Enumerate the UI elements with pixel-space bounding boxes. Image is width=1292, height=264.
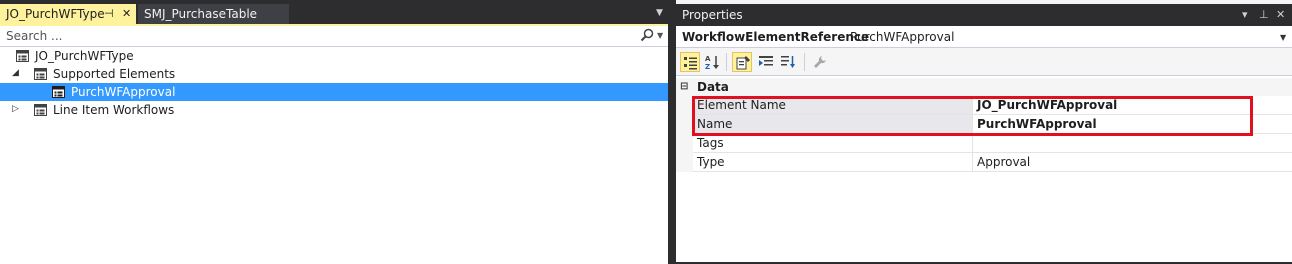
tree-node-line-item-workflows[interactable]: ▷ Line Item Workflows — [0, 101, 668, 119]
row-gutter — [676, 115, 693, 134]
object-type-label: WorkflowElementReference — [682, 30, 870, 44]
property-name: Name — [693, 115, 973, 134]
wrench-icon — [814, 56, 826, 68]
class-node-icon — [34, 104, 47, 116]
tab-smj-purchasetable[interactable]: SMJ_PurchaseTable — [138, 4, 289, 24]
sort-button[interactable] — [778, 52, 798, 72]
property-name: Type — [693, 153, 973, 172]
alphabetical-icon: A Z — [705, 55, 719, 70]
category-label: Data — [697, 80, 729, 94]
row-gutter — [676, 96, 693, 115]
property-row-tags[interactable]: Tags — [676, 134, 1292, 153]
property-value[interactable] — [973, 134, 1292, 153]
search-options-dropdown-icon[interactable]: ▼ — [657, 31, 663, 40]
properties-title: Properties — [682, 8, 743, 22]
events-icon — [759, 56, 773, 66]
row-gutter — [676, 153, 693, 172]
categorized-button[interactable] — [680, 52, 700, 72]
search-icon[interactable] — [640, 28, 654, 42]
categorized-icon — [684, 57, 697, 70]
property-value[interactable]: PurchWFApproval — [973, 115, 1292, 134]
pane-splitter[interactable] — [668, 0, 676, 262]
tree-node-label: JO_PurchWFType — [35, 49, 134, 63]
document-tab-bar: JO_PurchWFType ⊣ ✕ SMJ_PurchaseTable ▼ — [0, 0, 670, 24]
tree-panel: ▼ JO_PurchWFType ◢ Supported Elements — [0, 24, 668, 264]
object-name-label: PurchWFApproval — [850, 30, 955, 44]
tree-node-supported-elements[interactable]: ◢ Supported Elements — [0, 65, 668, 83]
property-row-type[interactable]: Type Approval — [676, 153, 1292, 172]
document-pane: JO_PurchWFType ⊣ ✕ SMJ_PurchaseTable ▼ ▼ — [0, 0, 670, 264]
tab-jo-purchwftype[interactable]: JO_PurchWFType ⊣ ✕ — [0, 4, 136, 24]
property-name: Element Name — [693, 96, 973, 115]
class-node-icon — [34, 68, 47, 80]
events-button[interactable] — [756, 52, 776, 72]
tree-node-root[interactable]: JO_PurchWFType — [0, 47, 668, 65]
properties-toolbar: A Z — [676, 48, 1292, 76]
property-value[interactable]: JO_PurchWFApproval — [973, 96, 1292, 115]
class-node-icon — [16, 50, 29, 62]
close-pane-icon[interactable]: ✕ — [1276, 8, 1285, 21]
svg-text:Z: Z — [705, 63, 710, 70]
object-selector-dropdown-icon[interactable]: ▼ — [1280, 33, 1286, 42]
object-selector[interactable]: WorkflowElementReference PurchWFApproval… — [676, 26, 1292, 48]
svg-text:A: A — [705, 55, 711, 63]
properties-pane: Properties ▾ ⊥ ✕ WorkflowElementReferenc… — [676, 0, 1292, 262]
property-row-element-name[interactable]: Element Name JO_PurchWFApproval — [676, 96, 1292, 115]
close-tab-icon[interactable]: ✕ — [122, 7, 131, 20]
class-node-icon — [52, 86, 65, 98]
tree-node-label: PurchWFApproval — [71, 85, 176, 99]
sort-icon — [781, 56, 795, 68]
property-pages-button[interactable] — [732, 52, 752, 72]
window-position-dropdown-icon[interactable]: ▾ — [1242, 8, 1248, 21]
search-bar: ▼ — [0, 26, 668, 47]
wrench-button[interactable] — [810, 52, 830, 72]
tree-node-purchwfapproval[interactable]: PurchWFApproval — [0, 83, 668, 101]
pin-tab-icon[interactable]: ⊣ — [104, 7, 114, 20]
tab-label: SMJ_PurchaseTable — [144, 7, 258, 21]
toolbar-separator — [804, 53, 805, 71]
row-gutter — [676, 134, 693, 153]
tab-label: JO_PurchWFType — [6, 7, 105, 21]
alphabetical-button[interactable]: A Z — [702, 52, 722, 72]
property-row-name[interactable]: Name PurchWFApproval — [676, 115, 1292, 134]
expand-arrow-icon[interactable]: ▷ — [12, 104, 19, 114]
property-grid: ⊟ Data Element Name JO_PurchWFApproval N… — [676, 76, 1292, 262]
property-name: Tags — [693, 134, 973, 153]
property-pages-icon — [736, 56, 750, 70]
property-value[interactable]: Approval — [973, 153, 1292, 172]
category-row-data[interactable]: ⊟ Data — [676, 78, 1292, 96]
collapse-arrow-icon[interactable]: ◢ — [12, 68, 19, 78]
tab-overflow-dropdown-icon[interactable]: ▼ — [656, 8, 663, 18]
tree-node-label: Line Item Workflows — [53, 103, 175, 117]
category-collapse-icon[interactable]: ⊟ — [680, 81, 688, 92]
search-input[interactable] — [6, 28, 626, 44]
auto-hide-pin-icon[interactable]: ⊥ — [1259, 8, 1269, 21]
toolbar-separator — [726, 53, 727, 71]
properties-title-bar: Properties ▾ ⊥ ✕ — [676, 4, 1292, 26]
tree-node-label: Supported Elements — [53, 67, 176, 81]
